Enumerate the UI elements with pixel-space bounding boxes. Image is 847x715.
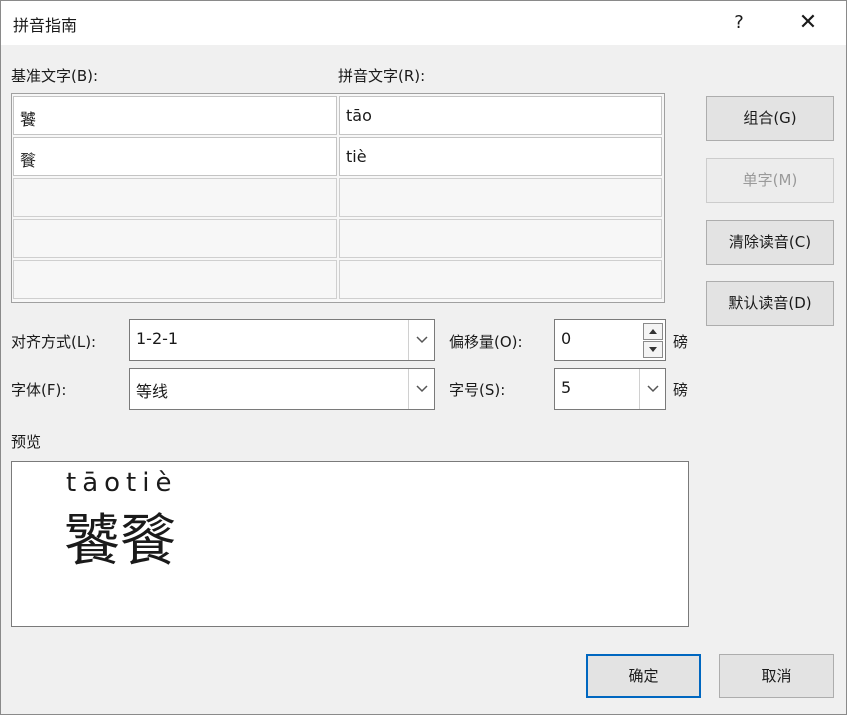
base-cell-2[interactable]: 餮 xyxy=(13,137,337,176)
pinyin-value-2: tiè xyxy=(346,147,367,166)
pinyin-value-1: tāo xyxy=(346,106,372,125)
pinyin-text-label: 拼音文字(R): xyxy=(338,67,426,85)
pinyin-cell-4[interactable] xyxy=(339,219,662,258)
clear-reading-button[interactable]: 清除读音(C) xyxy=(706,220,834,265)
pinyin-guide-dialog: 拼音指南 ? ✕ 基准文字(B): 拼音文字(R): 饕 tāo 餮 tiè 组… xyxy=(0,0,847,715)
base-char-1: 饕 xyxy=(20,110,37,129)
preview-pinyin: tāotiè xyxy=(66,468,178,498)
help-button[interactable]: ? xyxy=(719,7,759,39)
spin-up-icon[interactable] xyxy=(643,323,663,340)
pinyin-grid: 饕 tāo 餮 tiè xyxy=(11,93,665,303)
combine-button[interactable]: 组合(G) xyxy=(706,96,834,141)
alignment-value: 1-2-1 xyxy=(136,329,179,348)
question-icon: ? xyxy=(734,12,744,33)
chevron-down-icon[interactable] xyxy=(408,369,434,409)
base-cell-3[interactable] xyxy=(13,178,337,217)
base-cell-5[interactable] xyxy=(13,260,337,299)
alignment-dropdown[interactable]: 1-2-1 xyxy=(129,319,435,361)
close-button[interactable]: ✕ xyxy=(785,7,831,39)
base-cell-4[interactable] xyxy=(13,219,337,258)
chevron-down-icon[interactable] xyxy=(408,320,434,360)
close-icon: ✕ xyxy=(798,10,818,35)
base-text-label: 基准文字(B): xyxy=(11,67,99,85)
font-size-unit: 磅 xyxy=(673,381,689,399)
font-dropdown[interactable]: 等线 xyxy=(129,368,435,410)
offset-spinbox[interactable]: 0 xyxy=(554,319,666,361)
offset-value: 0 xyxy=(561,329,572,348)
font-size-label: 字号(S): xyxy=(449,381,506,399)
default-reading-button[interactable]: 默认读音(D) xyxy=(706,281,834,326)
pinyin-cell-2[interactable]: tiè xyxy=(339,137,662,176)
pinyin-cell-1[interactable]: tāo xyxy=(339,96,662,135)
preview-label: 预览 xyxy=(11,433,42,451)
spin-down-icon[interactable] xyxy=(643,341,663,358)
ok-button[interactable]: 确定 xyxy=(586,654,701,698)
dialog-title: 拼音指南 xyxy=(13,16,78,35)
pinyin-cell-3[interactable] xyxy=(339,178,662,217)
font-label: 字体(F): xyxy=(11,381,67,399)
alignment-label: 对齐方式(L): xyxy=(11,333,97,351)
preview-base-text: 饕餮 xyxy=(64,509,176,574)
base-char-2: 餮 xyxy=(20,151,37,170)
font-size-value: 5 xyxy=(561,378,572,397)
title-bar: 拼音指南 ? ✕ xyxy=(1,1,846,45)
font-value: 等线 xyxy=(136,382,169,401)
preview-panel: tāotiè 饕餮 xyxy=(11,461,689,627)
offset-label: 偏移量(O): xyxy=(449,333,523,351)
cancel-button[interactable]: 取消 xyxy=(719,654,834,698)
single-char-button[interactable]: 单字(M) xyxy=(706,158,834,203)
base-cell-1[interactable]: 饕 xyxy=(13,96,337,135)
pinyin-cell-5[interactable] xyxy=(339,260,662,299)
font-size-dropdown[interactable]: 5 xyxy=(554,368,666,410)
offset-unit: 磅 xyxy=(673,333,689,351)
chevron-down-icon[interactable] xyxy=(639,369,665,409)
